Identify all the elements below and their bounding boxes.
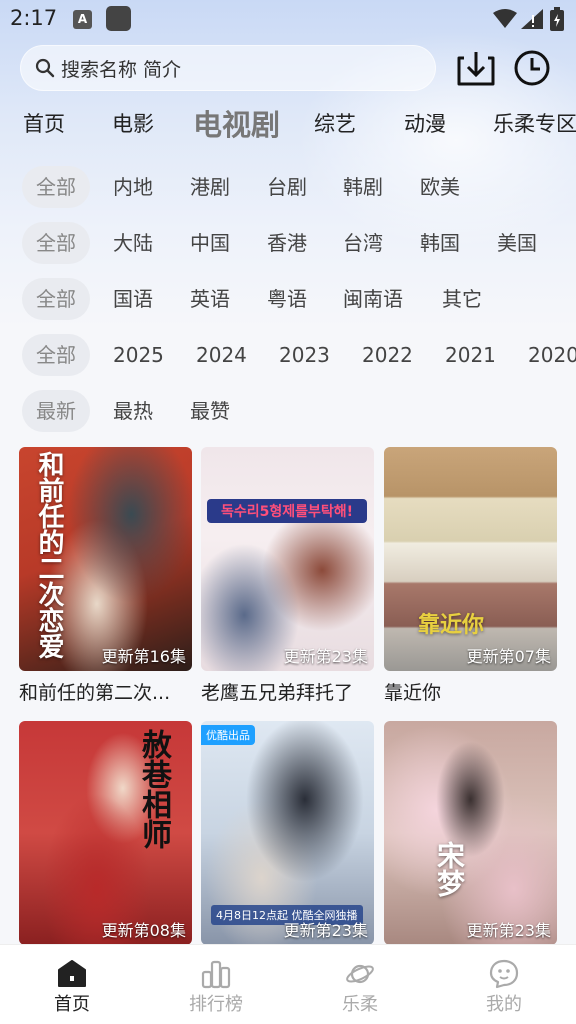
episode-badge: 更新第23集 xyxy=(466,921,551,940)
filter-chip[interactable]: 2024 xyxy=(196,334,247,376)
filter-chip[interactable]: 韩剧 xyxy=(343,166,383,208)
poster-title-art: 독수리5형제를부탁해! xyxy=(207,499,367,523)
episode-badge: 更新第08集 xyxy=(101,921,186,940)
filter-chip[interactable]: 全部 xyxy=(22,278,90,320)
filter-chip[interactable]: 国语 xyxy=(113,278,153,320)
battery-icon xyxy=(550,7,564,31)
show-title[interactable]: 靠近你 xyxy=(384,678,557,705)
poster-title-art: 和前任的二次恋爱 xyxy=(34,451,64,659)
tab-home[interactable]: 首页 xyxy=(23,108,65,138)
filter-chip[interactable]: 最热 xyxy=(113,390,153,432)
filter-row-region: 全部 大陆 中国 香港 台湾 韩国 美国 xyxy=(0,222,576,266)
filter-chip[interactable]: 2021 xyxy=(445,334,496,376)
filter-chip[interactable]: 香港 xyxy=(267,222,307,264)
filter-chip[interactable]: 美国 xyxy=(497,222,537,264)
status-bar: 2:17 A xyxy=(0,0,576,38)
signal-icon xyxy=(521,9,543,29)
filter-chip[interactable]: 最赞 xyxy=(190,390,230,432)
filter-chip[interactable]: 韩国 xyxy=(420,222,460,264)
filter-row-type: 全部 内地 港剧 台剧 韩剧 欧美 xyxy=(0,166,576,210)
show-card[interactable]: 靠近你 更新第07集 xyxy=(384,447,557,671)
poster-title-art: 宋梦 xyxy=(433,841,466,897)
filter-chip[interactable]: 其它 xyxy=(442,278,482,320)
filter-chip[interactable]: 2025 xyxy=(113,334,164,376)
nav-home-label: 首页 xyxy=(54,994,90,1015)
filter-chip[interactable]: 全部 xyxy=(22,166,90,208)
wifi-icon xyxy=(493,9,517,28)
show-card[interactable]: 赦巷相师 更新第08集 xyxy=(19,721,192,945)
tab-tv-series[interactable]: 电视剧 xyxy=(193,102,280,144)
filter-chip[interactable]: 港剧 xyxy=(190,166,230,208)
status-time: 2:17 xyxy=(10,6,58,30)
filter-row-language: 全部 国语 英语 粤语 闽南语 其它 xyxy=(0,278,576,322)
nav-home[interactable]: 首页 xyxy=(0,945,144,1024)
show-title[interactable]: 老鹰五兄弟拜托了 xyxy=(201,678,374,705)
filter-chip[interactable]: 闽南语 xyxy=(343,278,403,320)
filter-chip[interactable]: 内地 xyxy=(113,166,153,208)
filter-chip[interactable]: 台湾 xyxy=(343,222,383,264)
show-card[interactable]: 독수리5형제를부탁해! 更新第23集 xyxy=(201,447,374,671)
poster-title-art: 靠近你 xyxy=(418,613,485,638)
show-card[interactable]: 宋梦 更新第23集 xyxy=(384,721,557,945)
tab-variety[interactable]: 综艺 xyxy=(314,108,356,138)
nav-ranking[interactable]: 排行榜 xyxy=(144,945,288,1024)
filter-chip[interactable]: 大陆 xyxy=(113,222,153,264)
nav-profile-label: 我的 xyxy=(486,994,522,1015)
filter-chip[interactable]: 全部 xyxy=(22,334,90,376)
episode-badge: 更新第07集 xyxy=(466,647,551,666)
history-clock-icon[interactable] xyxy=(512,48,552,88)
filter-chip[interactable]: 2020 xyxy=(528,334,576,376)
filter-chip[interactable]: 2023 xyxy=(279,334,330,376)
show-card[interactable]: 优酷出品 4月8日12点起 优酷全网独播 更新第23集 xyxy=(201,721,374,945)
tab-lerou-zone[interactable]: 乐柔专区 xyxy=(493,108,576,138)
tab-anime[interactable]: 动漫 xyxy=(404,108,446,138)
filter-chip[interactable]: 欧美 xyxy=(420,166,460,208)
bottom-navigation: 首页 排行榜 乐柔 我的 xyxy=(0,944,576,1024)
episode-badge: 更新第23集 xyxy=(283,921,368,940)
show-card[interactable]: 和前任的二次恋爱 更新第16集 xyxy=(19,447,192,671)
nav-ranking-label: 排行榜 xyxy=(189,994,243,1015)
filter-chip[interactable]: 2022 xyxy=(362,334,413,376)
producer-tag: 优酷出品 xyxy=(201,725,255,745)
filter-chip[interactable]: 台剧 xyxy=(267,166,307,208)
filter-chip[interactable]: 全部 xyxy=(22,222,90,264)
filter-chip[interactable]: 中国 xyxy=(190,222,230,264)
episode-badge: 更新第16集 xyxy=(101,647,186,666)
notification-app-icon xyxy=(106,6,131,31)
filter-chip[interactable]: 最新 xyxy=(22,390,90,432)
episode-badge: 更新第23集 xyxy=(283,647,368,666)
tab-movies[interactable]: 电影 xyxy=(112,108,154,138)
poster-title-art: 赦巷相师 xyxy=(136,729,171,849)
filter-row-year: 全部 2025 2024 2023 2022 2021 2020 xyxy=(0,334,576,378)
nav-lerou-label: 乐柔 xyxy=(342,994,378,1015)
category-tabs: 首页 电影 电视剧 综艺 动漫 乐柔专区 xyxy=(0,100,576,150)
filter-chip[interactable]: 粤语 xyxy=(267,278,307,320)
search-input[interactable]: 搜索名称 简介 xyxy=(20,45,436,91)
ranking-icon xyxy=(201,960,231,989)
filter-chip[interactable]: 英语 xyxy=(190,278,230,320)
notification-a-icon: A xyxy=(73,10,92,29)
home-icon xyxy=(58,960,86,987)
profile-icon xyxy=(489,959,519,989)
search-placeholder: 搜索名称 简介 xyxy=(61,58,182,81)
nav-lerou[interactable]: 乐柔 xyxy=(288,945,432,1024)
filter-row-sort: 最新 最热 最赞 xyxy=(0,390,576,434)
search-icon xyxy=(35,58,55,78)
poster-image xyxy=(384,721,557,945)
download-icon[interactable] xyxy=(456,48,496,88)
planet-icon xyxy=(346,964,374,984)
nav-profile[interactable]: 我的 xyxy=(432,945,576,1024)
show-title[interactable]: 和前任的第二次... xyxy=(19,678,192,705)
poster-image xyxy=(201,447,374,671)
